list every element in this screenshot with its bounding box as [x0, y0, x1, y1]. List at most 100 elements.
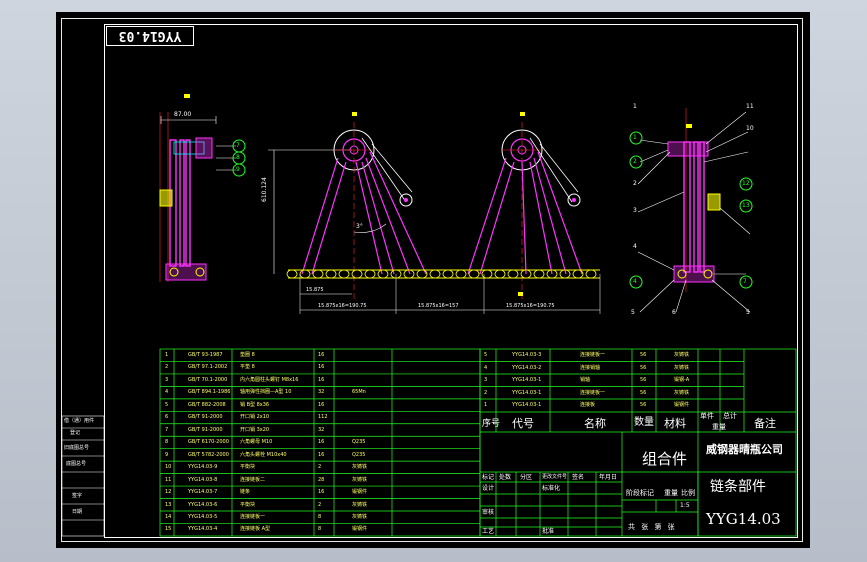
- bom-left-mat: 灰铸铁: [352, 513, 368, 520]
- header-qty: 数量: [634, 417, 654, 428]
- scale-label: 比例: [681, 489, 695, 497]
- bom-left-mat: 灰铸铁: [352, 501, 368, 508]
- label-rb7: 7: [743, 278, 747, 285]
- label-r4: 4: [633, 243, 637, 250]
- bom-left-name: 平垫 8: [240, 364, 255, 371]
- assembly-label: 组合件: [642, 450, 688, 468]
- bom-right-name: 连接销轴: [580, 364, 601, 371]
- bom-right-name: 连接链板一: [580, 389, 606, 396]
- bom-right-no: 3: [484, 377, 488, 383]
- bom-left-qty: 8: [318, 513, 322, 520]
- company-name: 威钢器晴瓶公司: [706, 443, 783, 456]
- bom-right-code: YYG14.03-1: [512, 402, 542, 408]
- bom-left-code: GB/T 93-1987: [188, 352, 223, 358]
- bom-left-name: 链条: [240, 489, 251, 496]
- bom-right-no: 2: [484, 389, 488, 396]
- bom-left-code: GB/T 6170-2000: [188, 439, 229, 446]
- label-r1b: 1: [633, 134, 637, 141]
- bom-left-no: 9: [165, 451, 169, 458]
- bom-left-no: 6: [165, 414, 169, 421]
- weight-label: 重量: [664, 489, 678, 497]
- chain-link: [299, 269, 311, 279]
- label-r11: 11: [746, 103, 754, 110]
- review-label: 审核: [482, 509, 495, 516]
- label-r5: 5: [631, 309, 635, 316]
- side-strip-4: 签字: [72, 493, 83, 499]
- bom-left-name: 开口销 2x10: [240, 414, 270, 421]
- bom-left-name: 连接链板二: [240, 476, 266, 483]
- rev-count: 处数: [499, 474, 512, 481]
- bom-left-code: GB/T 894.1-1986: [188, 389, 231, 396]
- bom-left-no: 14: [165, 513, 172, 520]
- bom-left-no: 4: [165, 389, 169, 396]
- chain-link: [468, 269, 480, 279]
- bom-right-code: YYG14.03-1: [512, 377, 542, 383]
- bom-right-code: YYG14.03-2: [512, 364, 542, 371]
- bom-left-qty: 32: [318, 426, 325, 433]
- chain-links: [286, 269, 597, 279]
- stage-mark: 阶段标记: [626, 489, 654, 497]
- sheet-info: 共 张 第 张: [628, 523, 677, 531]
- bom-right-code: YYG14.03-3: [512, 352, 542, 358]
- chain-link: [533, 269, 545, 279]
- bom-left-code: GB/T 70.1-2000: [188, 376, 228, 383]
- scale: 1:5: [680, 502, 690, 509]
- bom-left-code: YYG14.03-5: [188, 513, 218, 520]
- label-r2: 2: [633, 158, 637, 165]
- header-total: 总计: [723, 412, 737, 420]
- side-strip: [61, 415, 105, 537]
- bom-right-mat: 灰铸铁: [674, 352, 690, 358]
- bom-right-qty: 56: [640, 377, 647, 383]
- left-side-view: [159, 94, 246, 282]
- label-r10: 10: [746, 125, 754, 132]
- bom-left-no: 2: [165, 364, 169, 371]
- chain-link: [429, 269, 441, 279]
- label-r3: 3: [633, 207, 637, 214]
- drawing-sheet: YYG14.03 87.00 610.124 15.875 15.875x16=…: [56, 12, 810, 548]
- bom-left-no: 15: [165, 526, 172, 533]
- bom-left-name: 平衡块: [240, 501, 256, 508]
- chain-link: [325, 269, 337, 279]
- bom-left-qty: 16: [318, 439, 325, 446]
- bom-left-name: 销 B型 8x36: [240, 401, 270, 408]
- dim-base: 15.875: [306, 287, 324, 293]
- bom-right-no: 5: [484, 352, 488, 358]
- bom-right-mat: 灰铸铁: [674, 389, 690, 396]
- bom-left-name: 连接链板一: [240, 513, 266, 520]
- bom-left-name: 平衡块: [240, 464, 256, 471]
- bom-left-mat: Q235: [352, 439, 366, 446]
- chain-link: [481, 269, 493, 279]
- bom-left-qty: 28: [318, 476, 325, 483]
- bom-left-no: 12: [165, 489, 172, 496]
- label-r12: 12: [742, 180, 750, 187]
- label-r2b: 2: [633, 180, 637, 187]
- process-label: 工艺: [482, 528, 495, 535]
- bom-left-name: 垫圈 8: [240, 352, 255, 358]
- bom-left-name: 轴用弹性挡圈—A型 10: [240, 389, 292, 396]
- bom-right-no: 4: [484, 364, 488, 371]
- bom-left-qty: 112: [318, 414, 328, 421]
- bom-right-name: 销轴: [580, 377, 591, 383]
- bom-left-qty: 16: [318, 401, 325, 408]
- balloon-label-8: 8: [236, 154, 240, 161]
- standardize-label: 标准化: [542, 485, 561, 492]
- header-remark: 备注: [754, 417, 776, 430]
- chain-link: [351, 269, 363, 279]
- bom-left-no: 8: [165, 439, 169, 446]
- label-rb6: 6: [672, 309, 676, 316]
- bom-right-qty: 56: [640, 352, 647, 358]
- rev-zone: 分区: [520, 474, 533, 481]
- chain-link: [494, 269, 506, 279]
- bom-left-code: GB/T 91-2000: [188, 414, 223, 421]
- chain-link: [312, 269, 324, 279]
- dim-width: 87.00: [174, 111, 192, 118]
- bom-left-no: 5: [165, 401, 169, 408]
- dim-chain-3: 15.875x16=190.75: [506, 303, 555, 309]
- bom-left-mat: 锻钢件: [352, 526, 368, 533]
- label-r13: 13: [742, 202, 750, 209]
- header-material: 材料: [664, 417, 686, 430]
- side-strip-5: 日期: [72, 509, 83, 515]
- chain-link: [455, 269, 467, 279]
- bom-left-mat: 65Mn: [352, 389, 366, 396]
- bom-right-qty: 56: [640, 402, 647, 408]
